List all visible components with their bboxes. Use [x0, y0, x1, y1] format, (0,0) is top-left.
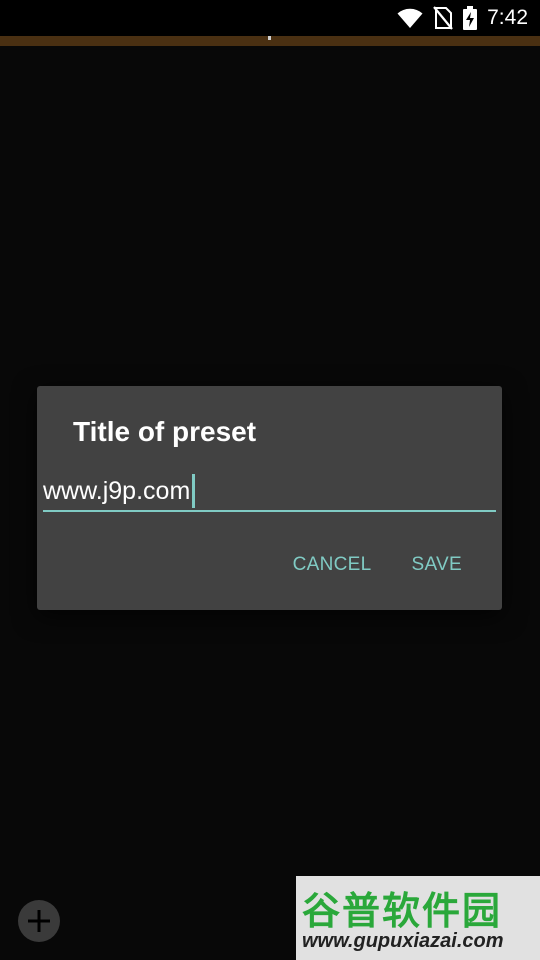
- add-icon: [28, 910, 50, 932]
- add-button[interactable]: [18, 900, 60, 942]
- toolbar-strip: [0, 36, 540, 46]
- status-bar: 7:42: [0, 0, 540, 36]
- watermark-url: www.gupuxiazai.com: [302, 930, 504, 952]
- preset-title-input-text[interactable]: www.j9p.com: [43, 474, 196, 508]
- preset-title-dialog: Title of preset www.j9p.com CANCEL SAVE: [37, 386, 502, 610]
- wifi-icon: [397, 7, 423, 29]
- app-screen: 7:42 Title of preset www.j9p.com CANCEL …: [0, 0, 540, 960]
- watermark-logo: 谷普软件园 www.gupuxiazai.com: [296, 876, 540, 960]
- dialog-actions: CANCEL SAVE: [293, 554, 462, 576]
- save-button[interactable]: SAVE: [412, 554, 462, 576]
- preset-title-input[interactable]: www.j9p.com: [43, 468, 496, 512]
- watermark-brand: 谷普软件园: [302, 889, 503, 933]
- text-caret: [192, 474, 196, 508]
- cancel-button[interactable]: CANCEL: [293, 554, 372, 576]
- status-time: 7:42: [487, 6, 528, 29]
- dialog-title: Title of preset: [73, 416, 257, 447]
- input-value: www.j9p.com: [43, 476, 191, 505]
- strip-indicator: [268, 36, 271, 40]
- battery-charging-icon: [463, 6, 478, 30]
- no-sim-icon: [433, 6, 453, 30]
